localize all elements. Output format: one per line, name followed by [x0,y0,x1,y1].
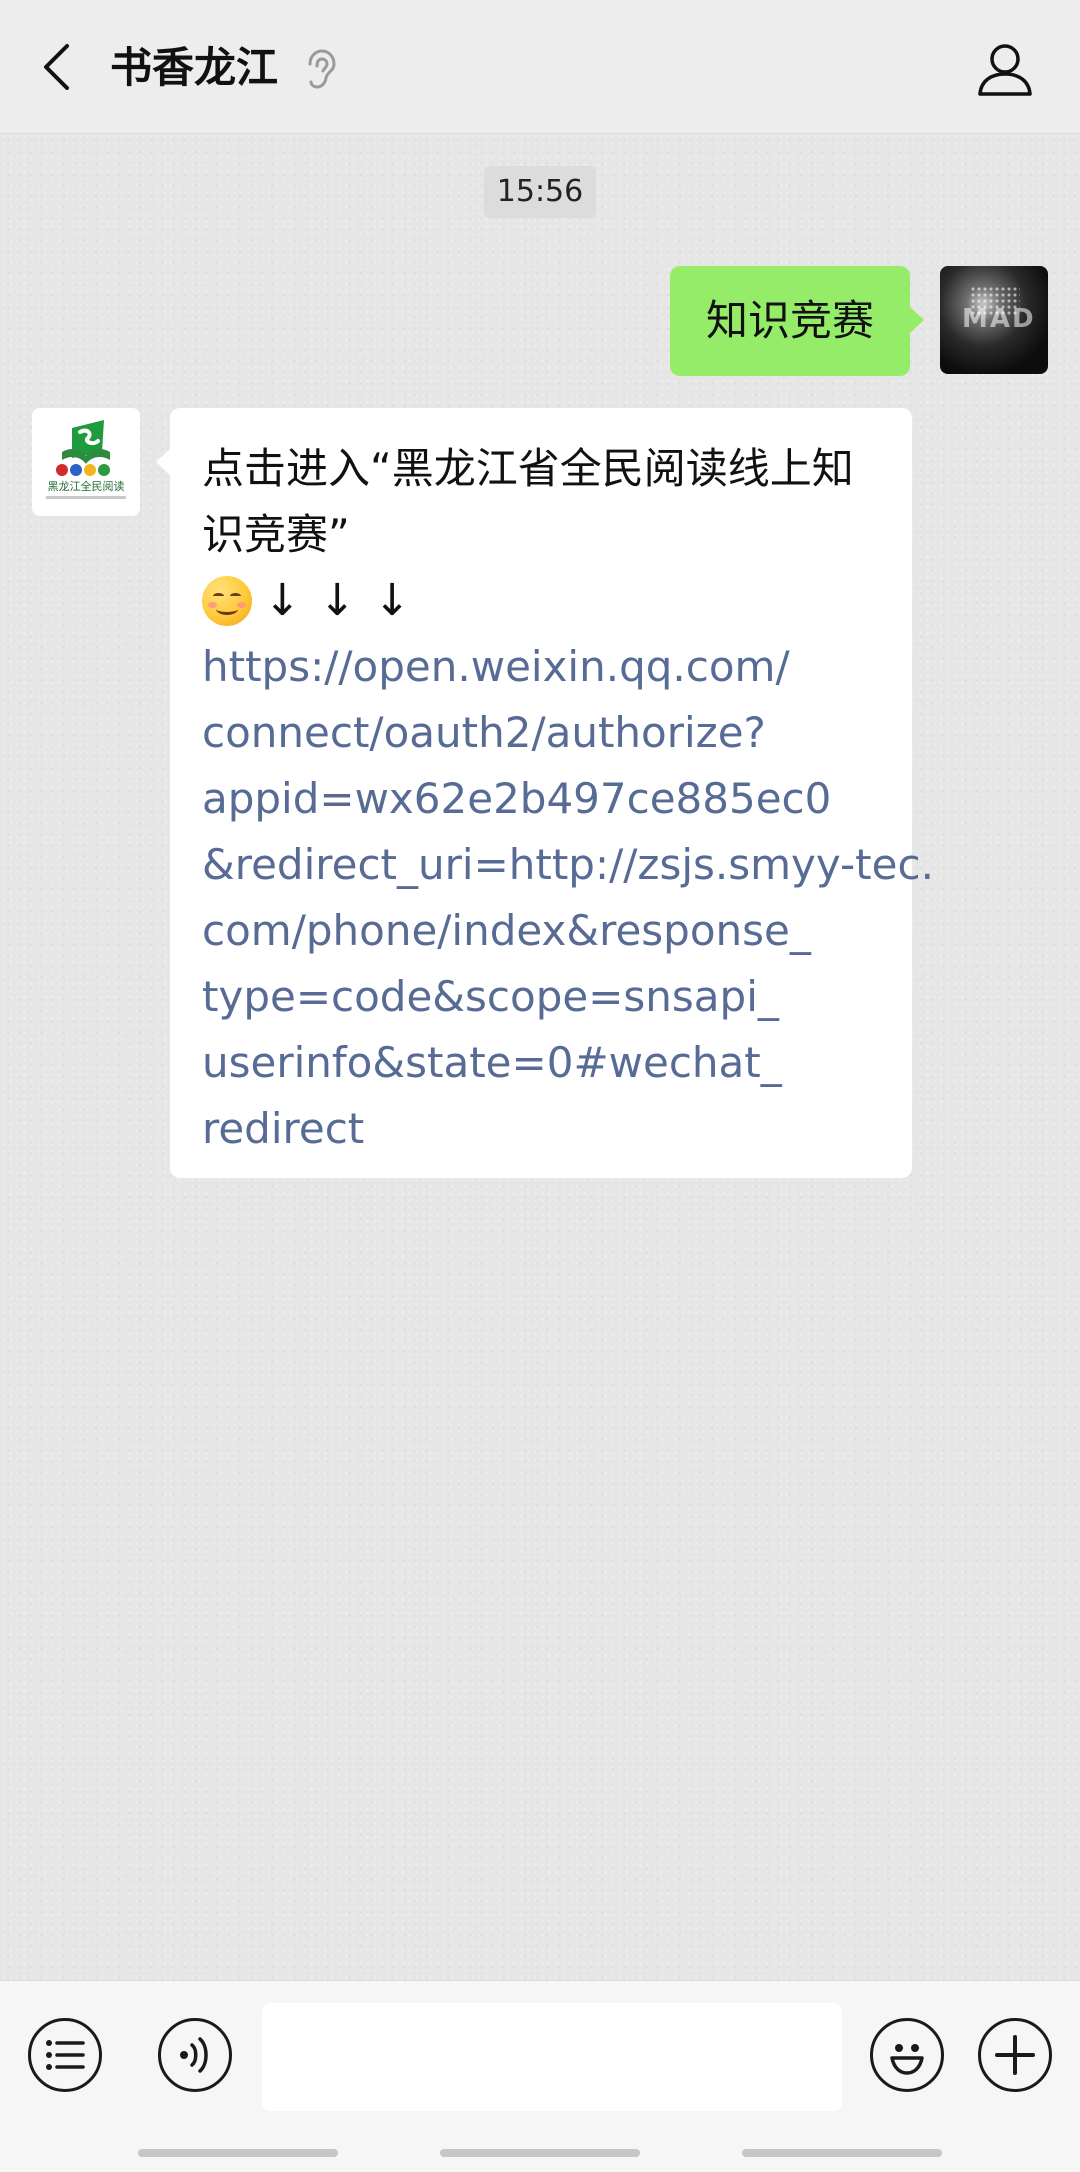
nav-gesture-left[interactable] [138,2149,338,2157]
voice-icon [180,2037,208,2073]
back-button[interactable] [28,34,84,100]
more-button[interactable] [978,2018,1052,2092]
sender-avatar[interactable]: 黑龙江全民阅读 [32,408,140,516]
smiling-face-emoji-icon [202,576,252,626]
input-toolbar [0,1980,1080,2172]
emoji-arrows-line: ↓↓↓ [202,568,882,634]
message-input[interactable] [262,2003,842,2111]
link-line: redirect [202,1104,365,1153]
link-line: type=code&scope=snsapi_ [202,972,779,1021]
chat-header: 书香龙江 [0,0,1080,134]
link-line: appid=wx62e2b497ce885ec0 [202,774,832,823]
reading-logo-icon: 黑龙江全民阅读 [46,420,126,499]
incoming-message-bubble[interactable]: 点击进入“黑龙江省全民阅读线上知 识竞赛” ↓↓↓ https://open.w… [156,408,934,1178]
message-link[interactable]: https://open.weixin.qq.com/ connect/oaut… [202,634,934,1162]
emoji-button[interactable] [870,2018,944,2092]
link-line: https://open.weixin.qq.com/ [202,642,790,691]
down-arrows: ↓↓↓ [264,575,429,626]
link-line: userinfo&state=0#wechat_ [202,1038,782,1087]
chat-title: 书香龙江 [110,43,279,92]
avatar-mark: MAD [962,304,1036,334]
plus-icon [995,2035,1035,2075]
ear-icon [308,49,336,89]
chat-screen: 书香龙江 15:56 知识竞赛 MAD 黑龙江全民阅读 点击进入“黑龙江省全民阅… [0,0,1080,2172]
message-text-line: 点击进入“黑龙江省全民阅读线上知 [202,444,854,493]
my-avatar[interactable]: MAD [940,266,1048,374]
nav-gesture-home[interactable] [440,2149,640,2157]
smiley-icon [890,2044,924,2075]
nav-gesture-right[interactable] [742,2149,942,2157]
outgoing-message-bubble[interactable]: 知识竞赛 [670,266,924,376]
link-line: com/phone/index&response_ [202,906,811,955]
user-icon [978,44,1032,96]
message-timestamp: 15:56 [484,166,596,218]
menu-button[interactable] [28,2018,102,2092]
link-line: connect/oauth2/authorize? [202,708,766,757]
list-icon [46,2040,85,2070]
profile-button[interactable] [972,36,1038,102]
chevron-left-icon [44,44,69,90]
link-line: &redirect_uri=http://zsjs.smyy-tec. [202,840,934,889]
voice-button[interactable] [158,2018,232,2092]
avatar-logo-text: 黑龙江全民阅读 [48,479,125,493]
message-text-line: 识竞赛” [202,510,350,559]
